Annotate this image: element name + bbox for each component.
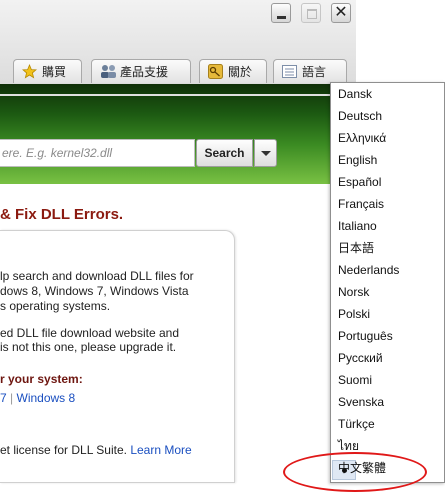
language-option[interactable]: 日本語 bbox=[338, 238, 374, 258]
language-option[interactable]: Ελληνικά bbox=[338, 128, 386, 148]
intro-line-1: lp search and download DLL files for bbox=[0, 269, 194, 283]
learn-more-link[interactable]: Learn More bbox=[130, 443, 191, 457]
language-option[interactable]: English bbox=[338, 150, 377, 170]
windows-8-link[interactable]: Windows 8 bbox=[17, 391, 76, 405]
os-separator: | bbox=[10, 391, 14, 405]
page-headline: & Fix DLL Errors. bbox=[0, 206, 124, 223]
language-option[interactable]: Norsk bbox=[338, 282, 369, 302]
support-button[interactable]: 產品支援 bbox=[91, 59, 191, 83]
language-option[interactable]: Suomi bbox=[338, 370, 372, 390]
language-option[interactable]: Português bbox=[338, 326, 393, 346]
language-option[interactable]: Italiano bbox=[338, 216, 377, 236]
language-option[interactable]: Svenska bbox=[338, 392, 384, 412]
info-panel: lp search and download DLL files for dow… bbox=[0, 230, 235, 483]
language-option[interactable]: Dansk bbox=[338, 84, 372, 104]
key-icon bbox=[208, 64, 223, 79]
language-option[interactable]: Deutsch bbox=[338, 106, 382, 126]
about-label: 關於 bbox=[228, 65, 253, 79]
titlebar-right-area bbox=[356, 0, 445, 84]
buy-label: 購買 bbox=[42, 65, 67, 79]
upgrade-line-2: is not this one, please upgrade it. bbox=[0, 340, 177, 354]
upgrade-line-1: ed DLL file download website and bbox=[0, 326, 180, 340]
language-option[interactable]: Français bbox=[338, 194, 384, 214]
search-button[interactable]: Search bbox=[196, 139, 253, 167]
language-option[interactable]: Nederlands bbox=[338, 260, 399, 280]
list-icon bbox=[282, 64, 297, 79]
search-input[interactable]: ere. E.g. kernel32.dll bbox=[0, 139, 195, 167]
about-button[interactable]: 關於 bbox=[199, 59, 267, 83]
windows-7-link[interactable]: 7 bbox=[0, 391, 7, 405]
language-option[interactable]: Русский bbox=[338, 348, 383, 368]
search-options-dropdown[interactable] bbox=[254, 139, 277, 167]
highlight-annotation-ring bbox=[283, 452, 427, 492]
buy-button[interactable]: 購買 bbox=[13, 59, 82, 83]
language-option[interactable]: Español bbox=[338, 172, 381, 192]
support-label: 產品支援 bbox=[120, 65, 169, 79]
language-menu: Dansk Deutsch Ελληνικά English Español França… bbox=[330, 82, 445, 483]
intro-line-3: s operating systems. bbox=[0, 299, 111, 313]
intro-line-2: dows 8, Windows 7, Windows Vista bbox=[0, 284, 189, 298]
star-icon bbox=[21, 63, 38, 79]
header-divider bbox=[0, 94, 330, 96]
maximize-icon bbox=[307, 9, 317, 19]
language-button[interactable]: 語言 bbox=[273, 59, 347, 83]
close-button[interactable]: ✕ bbox=[331, 3, 351, 23]
language-option[interactable]: Polski bbox=[338, 304, 370, 324]
minimize-icon bbox=[277, 16, 286, 19]
site-header-band bbox=[0, 84, 330, 184]
minimize-button[interactable] bbox=[271, 3, 291, 23]
language-label: 語言 bbox=[302, 65, 327, 79]
license-text: et license for DLL Suite. bbox=[0, 443, 127, 457]
people-icon bbox=[100, 64, 116, 79]
system-heading: r your system: bbox=[0, 372, 83, 386]
maximize-button[interactable] bbox=[301, 3, 321, 23]
chevron-down-icon bbox=[261, 151, 271, 156]
close-icon: ✕ bbox=[334, 4, 348, 21]
language-option[interactable]: Türkçe bbox=[338, 414, 375, 434]
